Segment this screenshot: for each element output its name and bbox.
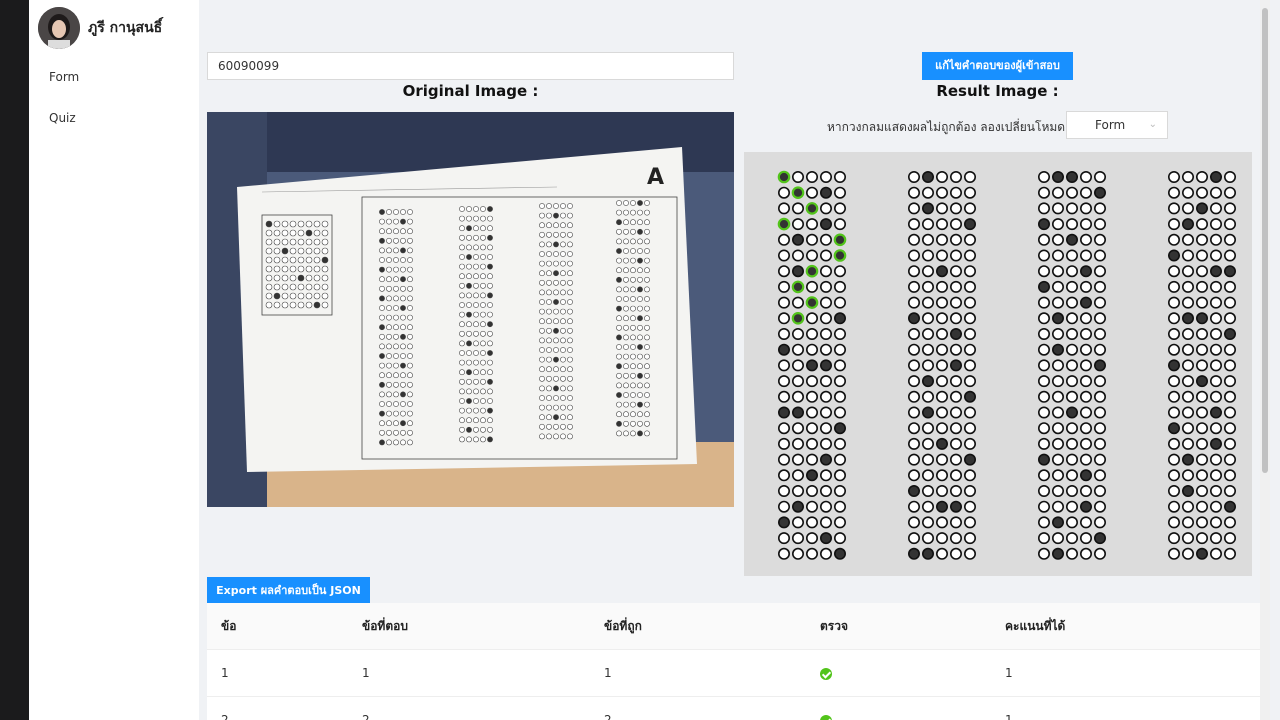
header-score: คะแนนที่ได้ [1005,619,1066,633]
original-answer-sheet-photo: A [207,112,734,507]
row-answered: 2 [362,713,370,720]
mode-hint-text: หากวงกลมแสดงผลไม่ถูกต้อง ลองเปลี่ยนโหมด … [827,120,1076,134]
sheet-letter: A [647,165,664,190]
mode-select[interactable]: Form ⌄ [1066,111,1168,139]
row-answered: 1 [362,666,370,680]
row-correct: 1 [604,666,612,680]
user-profile[interactable]: ภูรี กานุสนธิ์ [38,7,162,49]
scrollbar[interactable] [1260,0,1270,720]
check-circle-icon [820,714,832,720]
row-correct: 2 [604,713,612,720]
table-row: 1 1 1 1 [207,650,1260,697]
table-header: ข้อ ข้อที่ตอบ ข้อที่ถูก ตรวจ คะแนนที่ได้ [207,603,1260,650]
result-image-title: Result Image : [936,82,1059,100]
left-edge-strip [0,0,29,720]
mode-select-value: Form [1095,118,1126,132]
row-check [820,650,832,697]
header-correct: ข้อที่ถูก [604,619,642,633]
user-name: ภูรี กานุสนธิ์ [88,20,163,36]
row-score: 1 [1005,666,1013,680]
student-id-input[interactable]: 60090099 [207,52,734,80]
row-score: 1 [1005,713,1013,720]
check-circle-icon [820,667,832,680]
result-answer-sheet-image [744,152,1252,576]
row-no: 1 [221,666,229,680]
results-table: ข้อ ข้อที่ตอบ ข้อที่ถูก ตรวจ คะแนนที่ได้… [207,603,1260,720]
main-content: 60090099 Original Image : A แก้ไขคำตอบขอ… [199,0,1270,720]
original-image-title: Original Image : [402,82,539,100]
export-json-button[interactable]: Export ผลคำตอบเป็น JSON [207,577,370,604]
menu-item-form[interactable]: Form [49,70,79,84]
row-no: 2 [221,713,229,720]
sidebar: ภูรี กานุสนธิ์ Form Quiz [29,0,199,720]
scroll-thumb[interactable] [1262,8,1268,473]
avatar[interactable] [38,7,80,49]
header-answered: ข้อที่ตอบ [362,619,408,633]
menu-item-quiz[interactable]: Quiz [49,111,76,125]
chevron-down-icon: ⌄ [1148,119,1157,130]
table-row: 2 2 2 1 [207,697,1260,720]
header-no: ข้อ [221,619,237,633]
edit-answers-button[interactable]: แก้ไขคำตอบของผู้เข้าสอบ [922,52,1073,80]
row-check [820,697,832,720]
header-check: ตรวจ [820,619,849,633]
